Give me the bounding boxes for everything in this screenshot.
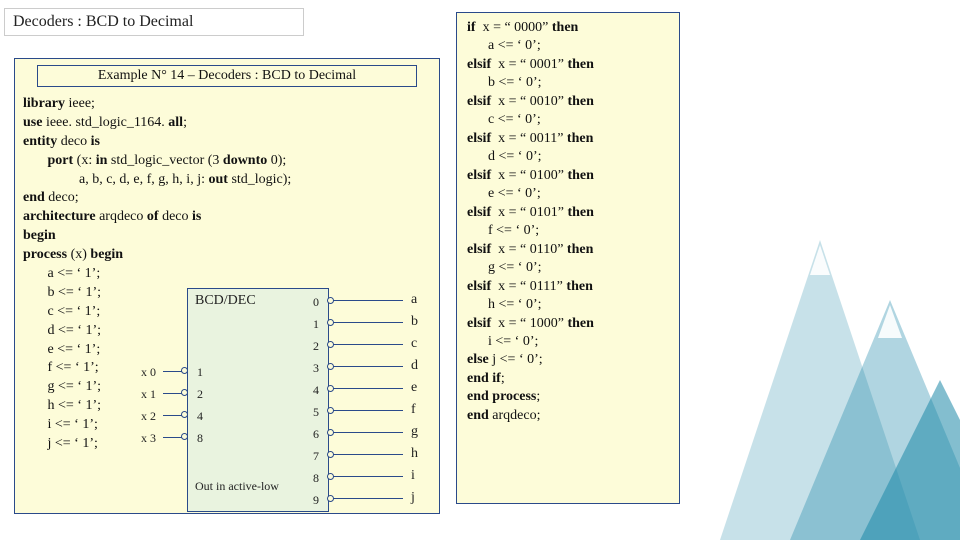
bcd-dec-diagram: BCD/DEC x 0 1 x 1 2 x 2 4 x 3 8 0 a 1 [141, 288, 429, 518]
weight-2: 2 [197, 386, 203, 402]
out-label-a: a [411, 291, 417, 310]
out-num-6: 6 [313, 426, 319, 442]
out-num-3: 3 [313, 360, 319, 376]
input-label-x2: x 2 [141, 408, 156, 424]
weight-4: 4 [197, 408, 203, 424]
weight-1: 1 [197, 364, 203, 380]
out-label-h: h [411, 445, 418, 464]
page-title: Decoders : BCD to Decimal [4, 8, 304, 36]
input-label-x1: x 1 [141, 386, 156, 402]
out-label-c: c [411, 335, 417, 354]
right-code-box: if x = “ 0000” then a <= ‘ 0’; elsif x =… [456, 12, 680, 504]
out-num-2: 2 [313, 338, 319, 354]
out-num-9: 9 [313, 492, 319, 508]
out-num-0: 0 [313, 294, 319, 310]
out-label-f: f [411, 401, 416, 420]
diagram-footnote: Out in active-low [195, 478, 315, 494]
weight-8: 8 [197, 430, 203, 446]
out-label-e: e [411, 379, 417, 398]
out-label-g: g [411, 423, 418, 442]
vhdl-code-left: library ieee; use ieee. std_logic_1164. … [15, 93, 439, 513]
out-label-i: i [411, 467, 415, 486]
out-num-5: 5 [313, 404, 319, 420]
input-label-x3: x 3 [141, 430, 156, 446]
out-num-7: 7 [313, 448, 319, 464]
input-label-x0: x 0 [141, 364, 156, 380]
out-num-1: 1 [313, 316, 319, 332]
left-code-box: Example N° 14 – Decoders : BCD to Decima… [14, 58, 440, 514]
example-header: Example N° 14 – Decoders : BCD to Decima… [37, 65, 417, 87]
out-num-4: 4 [313, 382, 319, 398]
out-label-j: j [411, 489, 415, 508]
background-mountains [680, 180, 960, 540]
out-label-d: d [411, 357, 418, 376]
out-label-b: b [411, 313, 418, 332]
chip-title: BCD/DEC [195, 292, 256, 311]
